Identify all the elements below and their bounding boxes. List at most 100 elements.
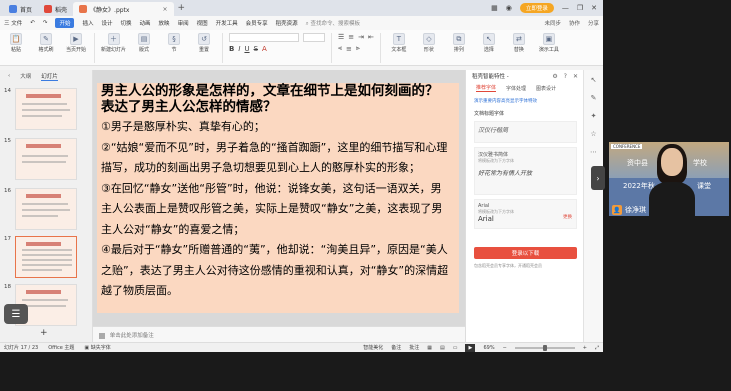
- new-tab-icon[interactable]: +: [178, 3, 186, 13]
- zoom-slider[interactable]: [514, 344, 575, 351]
- command-search[interactable]: ⌕ 查找命令、搜索模板: [306, 19, 360, 28]
- redo-icon[interactable]: ↷: [43, 20, 48, 26]
- strike-icon[interactable]: S: [254, 45, 258, 53]
- tab-document[interactable]: 《静女》.pptx ×: [73, 2, 174, 16]
- font-color-icon[interactable]: A: [262, 45, 267, 53]
- grid-icon[interactable]: ▦: [491, 4, 498, 12]
- slide-thumbnail[interactable]: [15, 138, 77, 180]
- slide-body[interactable]: ①男子是憨厚朴实、真挚有心的； ②“姑娘“爱而不见”时，男子着急的“搔首踟蹰”，…: [101, 117, 451, 302]
- normal-view-icon[interactable]: ▦: [427, 345, 432, 351]
- align-left-icon[interactable]: ⫷: [338, 44, 342, 53]
- share-button[interactable]: 分享: [588, 19, 599, 27]
- tab-font-process[interactable]: 字体处理: [506, 85, 526, 92]
- menu-transition[interactable]: 切换: [121, 19, 132, 27]
- slide-thumbnail-selected[interactable]: [15, 236, 77, 278]
- highlight-link[interactable]: 演示重要内容高亮显示字体特效: [466, 98, 583, 104]
- settings-icon[interactable]: ⚙: [552, 73, 557, 80]
- tab-recommend-font[interactable]: 推荐字体: [476, 84, 497, 92]
- menu-view[interactable]: 视图: [197, 19, 208, 27]
- change-font-link[interactable]: 更换: [563, 214, 572, 220]
- collab-button[interactable]: 协作: [569, 19, 580, 27]
- missing-font-button[interactable]: ▣ 缺失字体: [84, 344, 110, 351]
- reset-button[interactable]: ↺ 重置: [192, 33, 216, 53]
- menu-docer[interactable]: 稻壳资源: [276, 19, 298, 27]
- zoom-slider-knob[interactable]: [542, 344, 547, 351]
- pointer-icon[interactable]: ↖: [591, 76, 597, 84]
- menu-slideshow[interactable]: 放映: [159, 19, 170, 27]
- outline-toggle-icon[interactable]: ☰: [4, 304, 28, 324]
- underline-icon[interactable]: U: [244, 45, 249, 53]
- notes-toggle[interactable]: 备注: [391, 344, 401, 351]
- add-slide-icon[interactable]: +: [40, 328, 48, 338]
- align-right-icon[interactable]: ⫸: [356, 44, 360, 53]
- smart-beautify-button[interactable]: 智能美化: [363, 344, 383, 351]
- slideshow-play-button[interactable]: ▶: [465, 343, 476, 352]
- notes-field[interactable]: 单击此处添加备注: [93, 326, 465, 342]
- close-window-icon[interactable]: ✕: [591, 4, 597, 12]
- tab-docer[interactable]: 稻壳: [38, 2, 73, 16]
- format-painter-button[interactable]: ✎ 格式刷: [34, 33, 58, 53]
- zoom-in-icon[interactable]: +: [583, 345, 587, 351]
- more-icon[interactable]: ⋯: [590, 148, 597, 156]
- font-card-1[interactable]: 汉仪行楷简: [474, 121, 577, 143]
- arrange-button[interactable]: ⧉ 排列: [447, 33, 471, 53]
- bullets-icon[interactable]: ☰: [338, 33, 344, 41]
- menu-member[interactable]: 会员专享: [246, 19, 268, 27]
- tab-slides[interactable]: 幻灯片: [41, 72, 58, 81]
- slide-thumbnail[interactable]: [15, 88, 77, 130]
- align-center-icon[interactable]: ≡: [346, 45, 352, 53]
- fit-window-icon[interactable]: ⤢: [595, 345, 599, 351]
- menu-developer[interactable]: 开发工具: [216, 19, 238, 27]
- shape-button[interactable]: ◇ 形状: [417, 33, 441, 53]
- avatar-icon[interactable]: ◉: [506, 4, 512, 12]
- menu-start[interactable]: 开始: [55, 18, 75, 28]
- magic-icon[interactable]: ✦: [591, 112, 597, 120]
- menu-review[interactable]: 审阅: [178, 19, 189, 27]
- slide-title[interactable]: 男主人公的形象是怎样的，文章在细节上是如何刻画的？表达了男主人公怎样的情感？: [101, 83, 451, 115]
- sync-status[interactable]: 未同步: [544, 19, 561, 27]
- presentation-tools-button[interactable]: ▣ 演示工具: [537, 33, 561, 53]
- font-card-3[interactable]: Arial 将模板改为下方字体 Arial 更换: [474, 199, 577, 229]
- sorter-view-icon[interactable]: ▤: [440, 345, 445, 351]
- menu-design[interactable]: 设计: [102, 19, 113, 27]
- paste-button[interactable]: 📋 粘贴: [4, 33, 28, 53]
- font-size-select[interactable]: [303, 33, 326, 42]
- reading-view-icon[interactable]: ▭: [453, 345, 458, 351]
- layout-button[interactable]: ▤ 版式: [132, 33, 156, 53]
- slide-thumbnail[interactable]: [15, 188, 77, 230]
- login-download-button[interactable]: 登录以下载: [474, 247, 577, 259]
- file-menu[interactable]: 三 文件: [4, 19, 22, 27]
- indent-icon[interactable]: ⇥: [358, 33, 364, 41]
- star-icon[interactable]: ☆: [590, 130, 596, 138]
- menu-animation[interactable]: 动画: [140, 19, 151, 27]
- replace-button[interactable]: ⇄ 替换: [507, 33, 531, 53]
- minimize-icon[interactable]: —: [562, 4, 569, 12]
- close-panel-icon[interactable]: ✕: [573, 73, 578, 80]
- zoom-out-icon[interactable]: −: [503, 345, 507, 351]
- comment-toggle[interactable]: 批注: [409, 344, 419, 351]
- collapse-video-arrow-icon[interactable]: ›: [591, 166, 605, 190]
- textbox-button[interactable]: T 文本框: [387, 33, 411, 53]
- zoom-level[interactable]: 69%: [483, 345, 494, 351]
- section-button[interactable]: § 节: [162, 33, 186, 53]
- outdent-icon[interactable]: ⇤: [368, 33, 374, 41]
- tab-chart-design[interactable]: 图表设计: [536, 85, 556, 92]
- select-button[interactable]: ↖ 选择: [477, 33, 501, 53]
- font-family-select[interactable]: [229, 33, 300, 42]
- slide[interactable]: 男主人公的形象是怎样的，文章在细节上是如何刻画的？表达了男主人公怎样的情感？ ①…: [97, 83, 459, 313]
- tab-outline[interactable]: 大纲: [20, 72, 31, 80]
- close-tab-icon[interactable]: ×: [162, 6, 167, 13]
- help-icon[interactable]: ?: [564, 73, 567, 80]
- collapse-icon[interactable]: ‹: [8, 73, 10, 79]
- font-card-2[interactable]: 汉仪雅书简体 将模板改为下方字体 好花常为有情人开放: [474, 147, 577, 195]
- italic-icon[interactable]: I: [238, 45, 240, 53]
- brush-tool-icon[interactable]: ✎: [591, 94, 597, 102]
- maximize-icon[interactable]: ❐: [577, 4, 583, 12]
- play-current-button[interactable]: ▶ 当页开始: [64, 33, 88, 53]
- tab-home[interactable]: 首页: [3, 2, 38, 16]
- bold-icon[interactable]: B: [229, 45, 234, 53]
- login-button[interactable]: 立即登录: [519, 3, 554, 13]
- undo-icon[interactable]: ↶: [30, 20, 35, 26]
- new-slide-button[interactable]: ＋ 新建幻灯片: [101, 33, 126, 53]
- numbering-icon[interactable]: ≡: [348, 33, 354, 41]
